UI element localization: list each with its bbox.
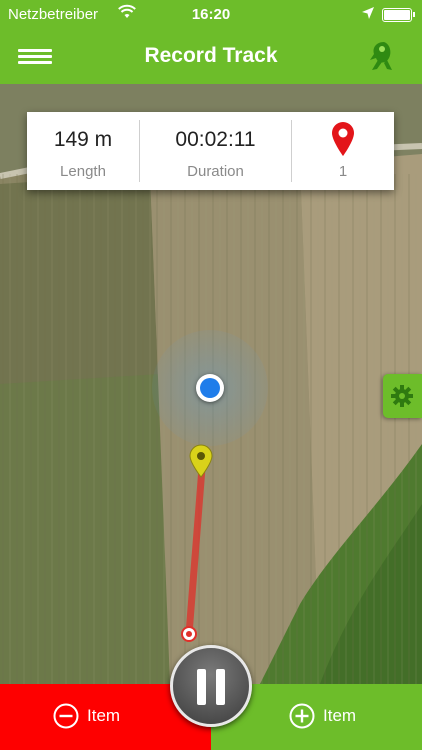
- minus-circle-icon: [53, 703, 79, 729]
- location-arrow-icon: [361, 6, 375, 24]
- pause-button[interactable]: [170, 645, 252, 727]
- app-logo-icon: [362, 36, 402, 76]
- duration-stat: 00:02:11 Duration: [140, 112, 291, 190]
- length-label: Length: [60, 163, 106, 180]
- yellow-map-pin-icon[interactable]: [188, 444, 214, 478]
- duration-label: Duration: [187, 163, 244, 180]
- track-start-marker: [181, 626, 197, 642]
- remove-item-label: Item: [87, 706, 121, 725]
- length-value: 149 m: [53, 128, 113, 151]
- track-stats-card: 149 m Length 00:02:11 Duration 1: [27, 112, 394, 190]
- nav-bar: Record Track: [0, 30, 422, 84]
- waypoints-count: 1: [338, 163, 348, 180]
- add-item-label: Item: [323, 706, 357, 725]
- length-stat: 149 m Length: [27, 112, 139, 190]
- gear-icon: [391, 385, 413, 407]
- duration-value: 00:02:11: [175, 128, 256, 151]
- page-title: Record Track: [144, 44, 278, 67]
- battery-icon: [382, 8, 415, 22]
- plus-circle-icon: [289, 703, 315, 729]
- current-location-dot: [196, 374, 224, 402]
- status-time: 16:20: [191, 6, 231, 23]
- settings-button[interactable]: [383, 374, 422, 418]
- status-bar: Netzbetreiber 16:20: [0, 0, 422, 30]
- map-pin-icon: [330, 121, 356, 157]
- waypoints-stat[interactable]: 1: [292, 112, 394, 190]
